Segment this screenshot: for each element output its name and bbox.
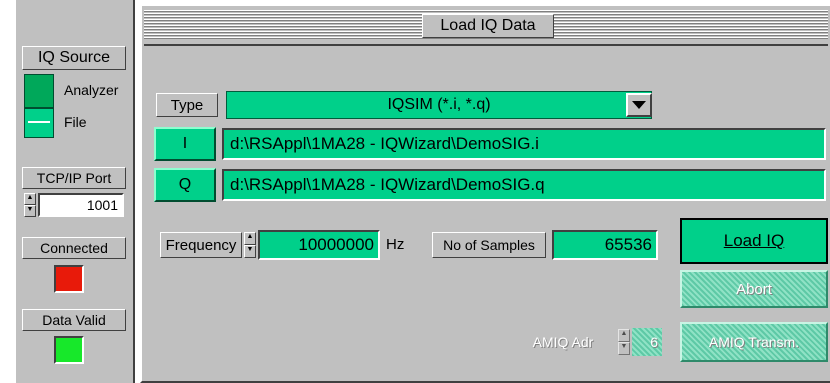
amiq-adr-label-text: AMIQ Adr	[532, 334, 594, 350]
analyzer-label: Analyzer	[64, 82, 119, 98]
tcp-port-label: TCP/IP Port	[22, 167, 126, 189]
iq-source-analyzer-indicator[interactable]	[24, 74, 54, 108]
connected-label: Connected	[22, 237, 126, 259]
port-input[interactable]: 1001	[38, 193, 124, 217]
type-label: Type	[156, 93, 218, 117]
frequency-label: Frequency	[160, 232, 242, 258]
load-iq-button[interactable]: Load IQ	[680, 218, 828, 264]
frequency-input[interactable]: 10000000	[258, 230, 380, 260]
amiq-transm-button[interactable]: AMIQ Transm.	[680, 322, 828, 362]
spin-down-icon[interactable]: ▼	[244, 245, 256, 258]
spin-up-icon[interactable]: ▲	[244, 232, 256, 245]
data-valid-led	[54, 336, 84, 364]
connected-led	[54, 265, 84, 293]
spin-up-icon[interactable]: ▲	[24, 193, 36, 205]
chevron-down-icon	[632, 101, 646, 109]
samples-label: No of Samples	[432, 232, 546, 258]
type-dropdown-button[interactable]	[626, 93, 652, 117]
q-path-field[interactable]: d:\RSAppl\1MA28 - IQWizard\DemoSIG.q	[222, 169, 826, 201]
i-path-field[interactable]: d:\RSAppl\1MA28 - IQWizard\DemoSIG.i	[222, 128, 826, 160]
amiq-adr-input[interactable]: 6	[632, 328, 662, 356]
iq-source-file-indicator[interactable]	[24, 108, 54, 138]
type-select[interactable]: IQSIM (*.i, *.q)	[226, 91, 652, 119]
file-label: File	[64, 114, 87, 130]
q-file-button-label: Q	[178, 176, 192, 193]
frequency-spinner[interactable]: ▲ ▼	[244, 232, 256, 258]
abort-button-label: Abort	[736, 280, 772, 298]
load-iq-panel: Load IQ Data Type IQSIM (*.i, *.q) I d:\…	[140, 4, 830, 383]
q-path-text: d:\RSAppl\1MA28 - IQWizard\DemoSIG.q	[230, 175, 545, 194]
spin-down-icon[interactable]: ▼	[618, 342, 630, 355]
spin-down-icon[interactable]: ▼	[24, 205, 36, 217]
port-spinner[interactable]: ▲ ▼	[24, 193, 36, 217]
data-valid-label: Data Valid	[22, 309, 126, 331]
samples-value: 65536	[552, 230, 658, 260]
amiq-adr-label: AMIQ Adr	[510, 329, 616, 355]
spin-up-icon[interactable]: ▲	[618, 329, 630, 342]
frequency-unit: Hz	[386, 236, 405, 253]
type-select-value: IQSIM (*.i, *.q)	[387, 96, 491, 113]
amiq-adr-spinner[interactable]: ▲ ▼	[618, 329, 630, 355]
abort-button[interactable]: Abort	[680, 270, 828, 308]
amiq-transm-button-label: AMIQ Transm.	[708, 334, 800, 350]
title-divider	[144, 44, 828, 46]
panel-title: Load IQ Data	[422, 14, 554, 38]
i-file-button[interactable]: I	[154, 127, 216, 161]
i-file-button-label: I	[182, 135, 188, 152]
iq-source-label: IQ Source	[22, 46, 126, 70]
load-iq-button-label: Load IQ	[723, 231, 785, 250]
i-path-text: d:\RSAppl\1MA28 - IQWizard\DemoSIG.i	[230, 134, 539, 153]
q-file-button[interactable]: Q	[154, 168, 216, 202]
left-panel: IQ Source Analyzer File TCP/IP Port ▲ ▼ …	[16, 0, 135, 383]
amiq-adr-value: 6	[650, 334, 658, 350]
